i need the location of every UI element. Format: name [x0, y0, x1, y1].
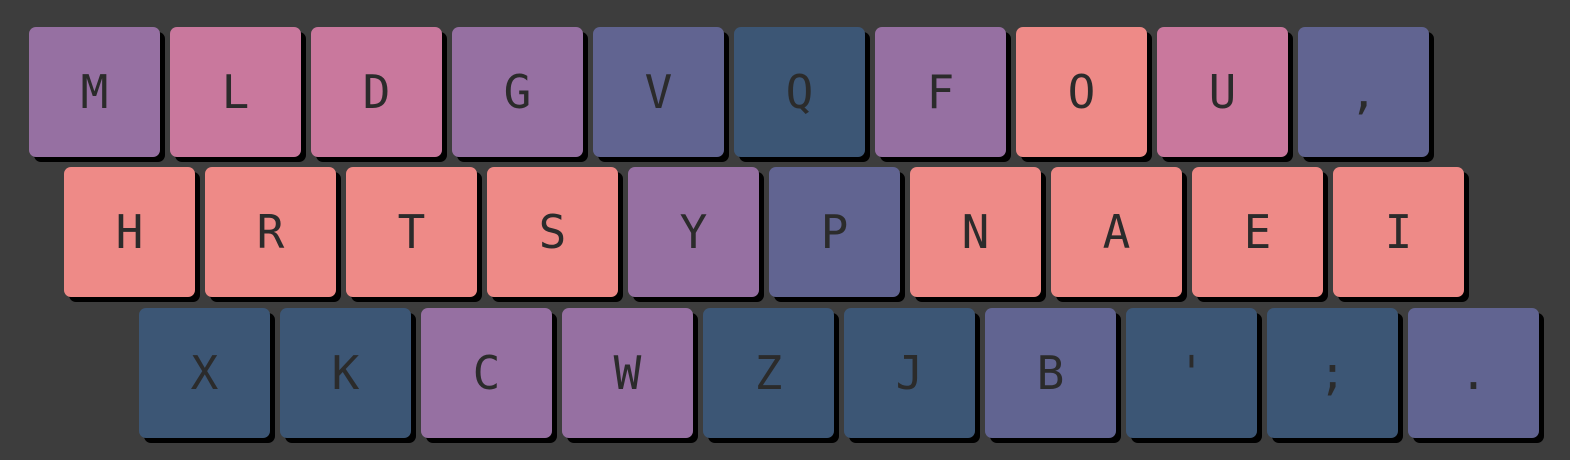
key-label: L: [221, 65, 250, 119]
key-row-bottom: X K C W Z J B ';.: [139, 308, 1539, 438]
key: U: [1157, 27, 1288, 157]
key: D: [311, 27, 442, 157]
key: ,: [1298, 27, 1429, 157]
key-label: S: [538, 205, 567, 259]
key-label: I: [1384, 205, 1413, 259]
key: ;: [1267, 308, 1398, 438]
key-label: E: [1243, 205, 1272, 259]
key-label: F: [926, 65, 955, 119]
key: E: [1192, 167, 1323, 297]
key: I: [1333, 167, 1464, 297]
key: O: [1016, 27, 1147, 157]
key-label: .: [1459, 346, 1488, 400]
key: S: [487, 167, 618, 297]
key-label: Q: [785, 65, 814, 119]
key-label: A: [1102, 205, 1131, 259]
key: F: [875, 27, 1006, 157]
key-label: P: [820, 205, 849, 259]
key-label: ;: [1318, 346, 1347, 400]
key-row-home: HRTSYPNAEI: [64, 167, 1464, 297]
key-label: Z: [754, 346, 783, 400]
key-label: R: [256, 205, 285, 259]
key: H: [64, 167, 195, 297]
key: K: [280, 308, 411, 438]
key: Z: [703, 308, 834, 438]
key-label: X: [190, 346, 219, 400]
key: .: [1408, 308, 1539, 438]
key: M: [29, 27, 160, 157]
key: A: [1051, 167, 1182, 297]
key: W: [562, 308, 693, 438]
key: N: [910, 167, 1041, 297]
key-label: B: [1036, 346, 1065, 400]
key-label: D: [362, 65, 391, 119]
key: V: [593, 27, 724, 157]
key-label: V: [644, 65, 673, 119]
key: J: [844, 308, 975, 438]
key: X: [139, 308, 270, 438]
key-label: ,: [1349, 65, 1378, 119]
key: P: [769, 167, 900, 297]
key-label: G: [503, 65, 532, 119]
key-label: ': [1177, 346, 1206, 400]
key-label: T: [397, 205, 426, 259]
key: L: [170, 27, 301, 157]
key-label: W: [613, 346, 642, 400]
key-label: M: [80, 65, 109, 119]
key-label: H: [115, 205, 144, 259]
key: Q: [734, 27, 865, 157]
key-label: O: [1067, 65, 1096, 119]
key: T: [346, 167, 477, 297]
key-label: Y: [679, 205, 708, 259]
key: R: [205, 167, 336, 297]
key: B: [985, 308, 1116, 438]
key: C: [421, 308, 552, 438]
key-label: J: [895, 346, 924, 400]
key: ': [1126, 308, 1257, 438]
key: G: [452, 27, 583, 157]
key-label: N: [961, 205, 990, 259]
key-label: C: [472, 346, 501, 400]
key: Y: [628, 167, 759, 297]
key-label: K: [331, 346, 360, 400]
key-label: U: [1208, 65, 1237, 119]
key-row-top: M L D G V Q F O U,: [29, 27, 1429, 157]
keyboard-layout-diagram: M L D G V Q F O U, H R T S Y P N A E I X K C W Z J B ';.: [0, 0, 1570, 460]
